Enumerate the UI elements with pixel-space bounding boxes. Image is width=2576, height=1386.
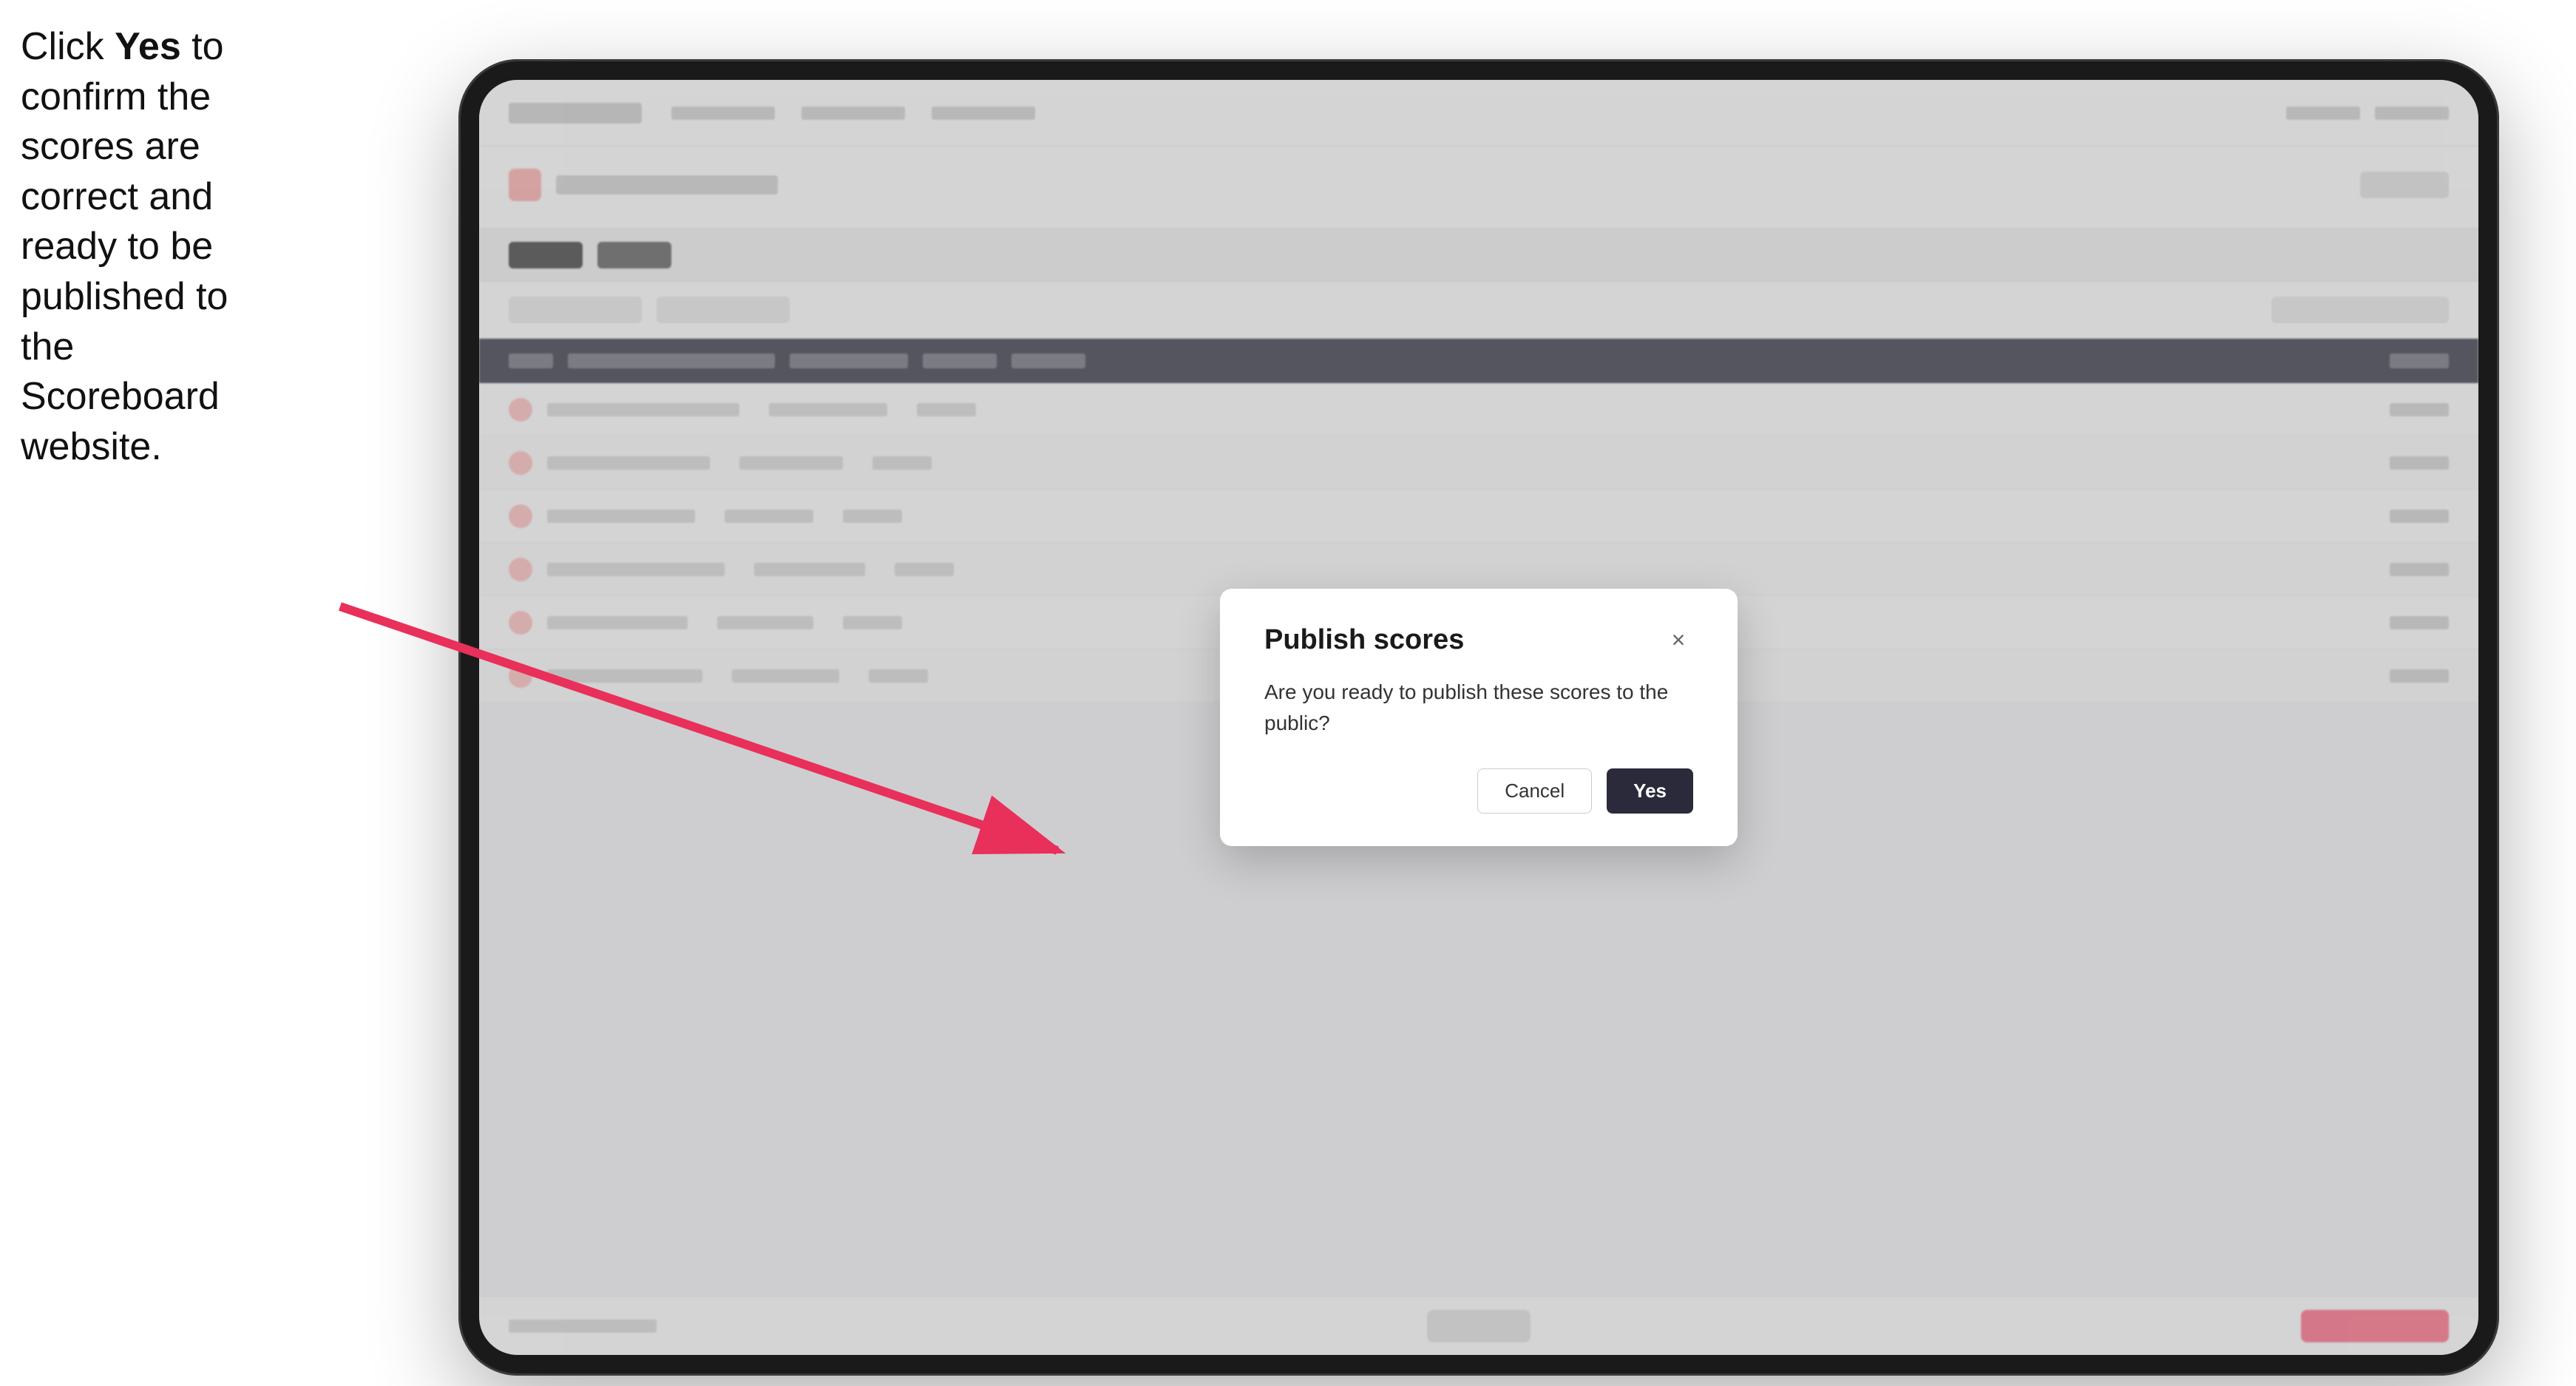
modal-title: Publish scores [1264, 624, 1464, 656]
yes-button[interactable]: Yes [1607, 768, 1693, 814]
modal-header: Publish scores × [1264, 624, 1693, 656]
modal-footer: Cancel Yes [1264, 768, 1693, 814]
publish-scores-dialog: Publish scores × Are you ready to publis… [1220, 589, 1738, 846]
tablet-screen: Publish scores × Are you ready to publis… [479, 80, 2478, 1355]
cancel-button[interactable]: Cancel [1477, 768, 1592, 814]
instruction-suffix: to confirm the scores are correct and re… [21, 25, 228, 468]
instruction-bold: Yes [115, 25, 181, 68]
modal-overlay: Publish scores × Are you ready to publis… [479, 80, 2478, 1355]
tablet-device: Publish scores × Are you ready to publis… [458, 59, 2499, 1376]
instruction-prefix: Click [21, 25, 115, 68]
modal-body-text: Are you ready to publish these scores to… [1264, 677, 1693, 739]
modal-close-button[interactable]: × [1664, 626, 1693, 655]
instruction-text: Click Yes to confirm the scores are corr… [21, 22, 235, 472]
